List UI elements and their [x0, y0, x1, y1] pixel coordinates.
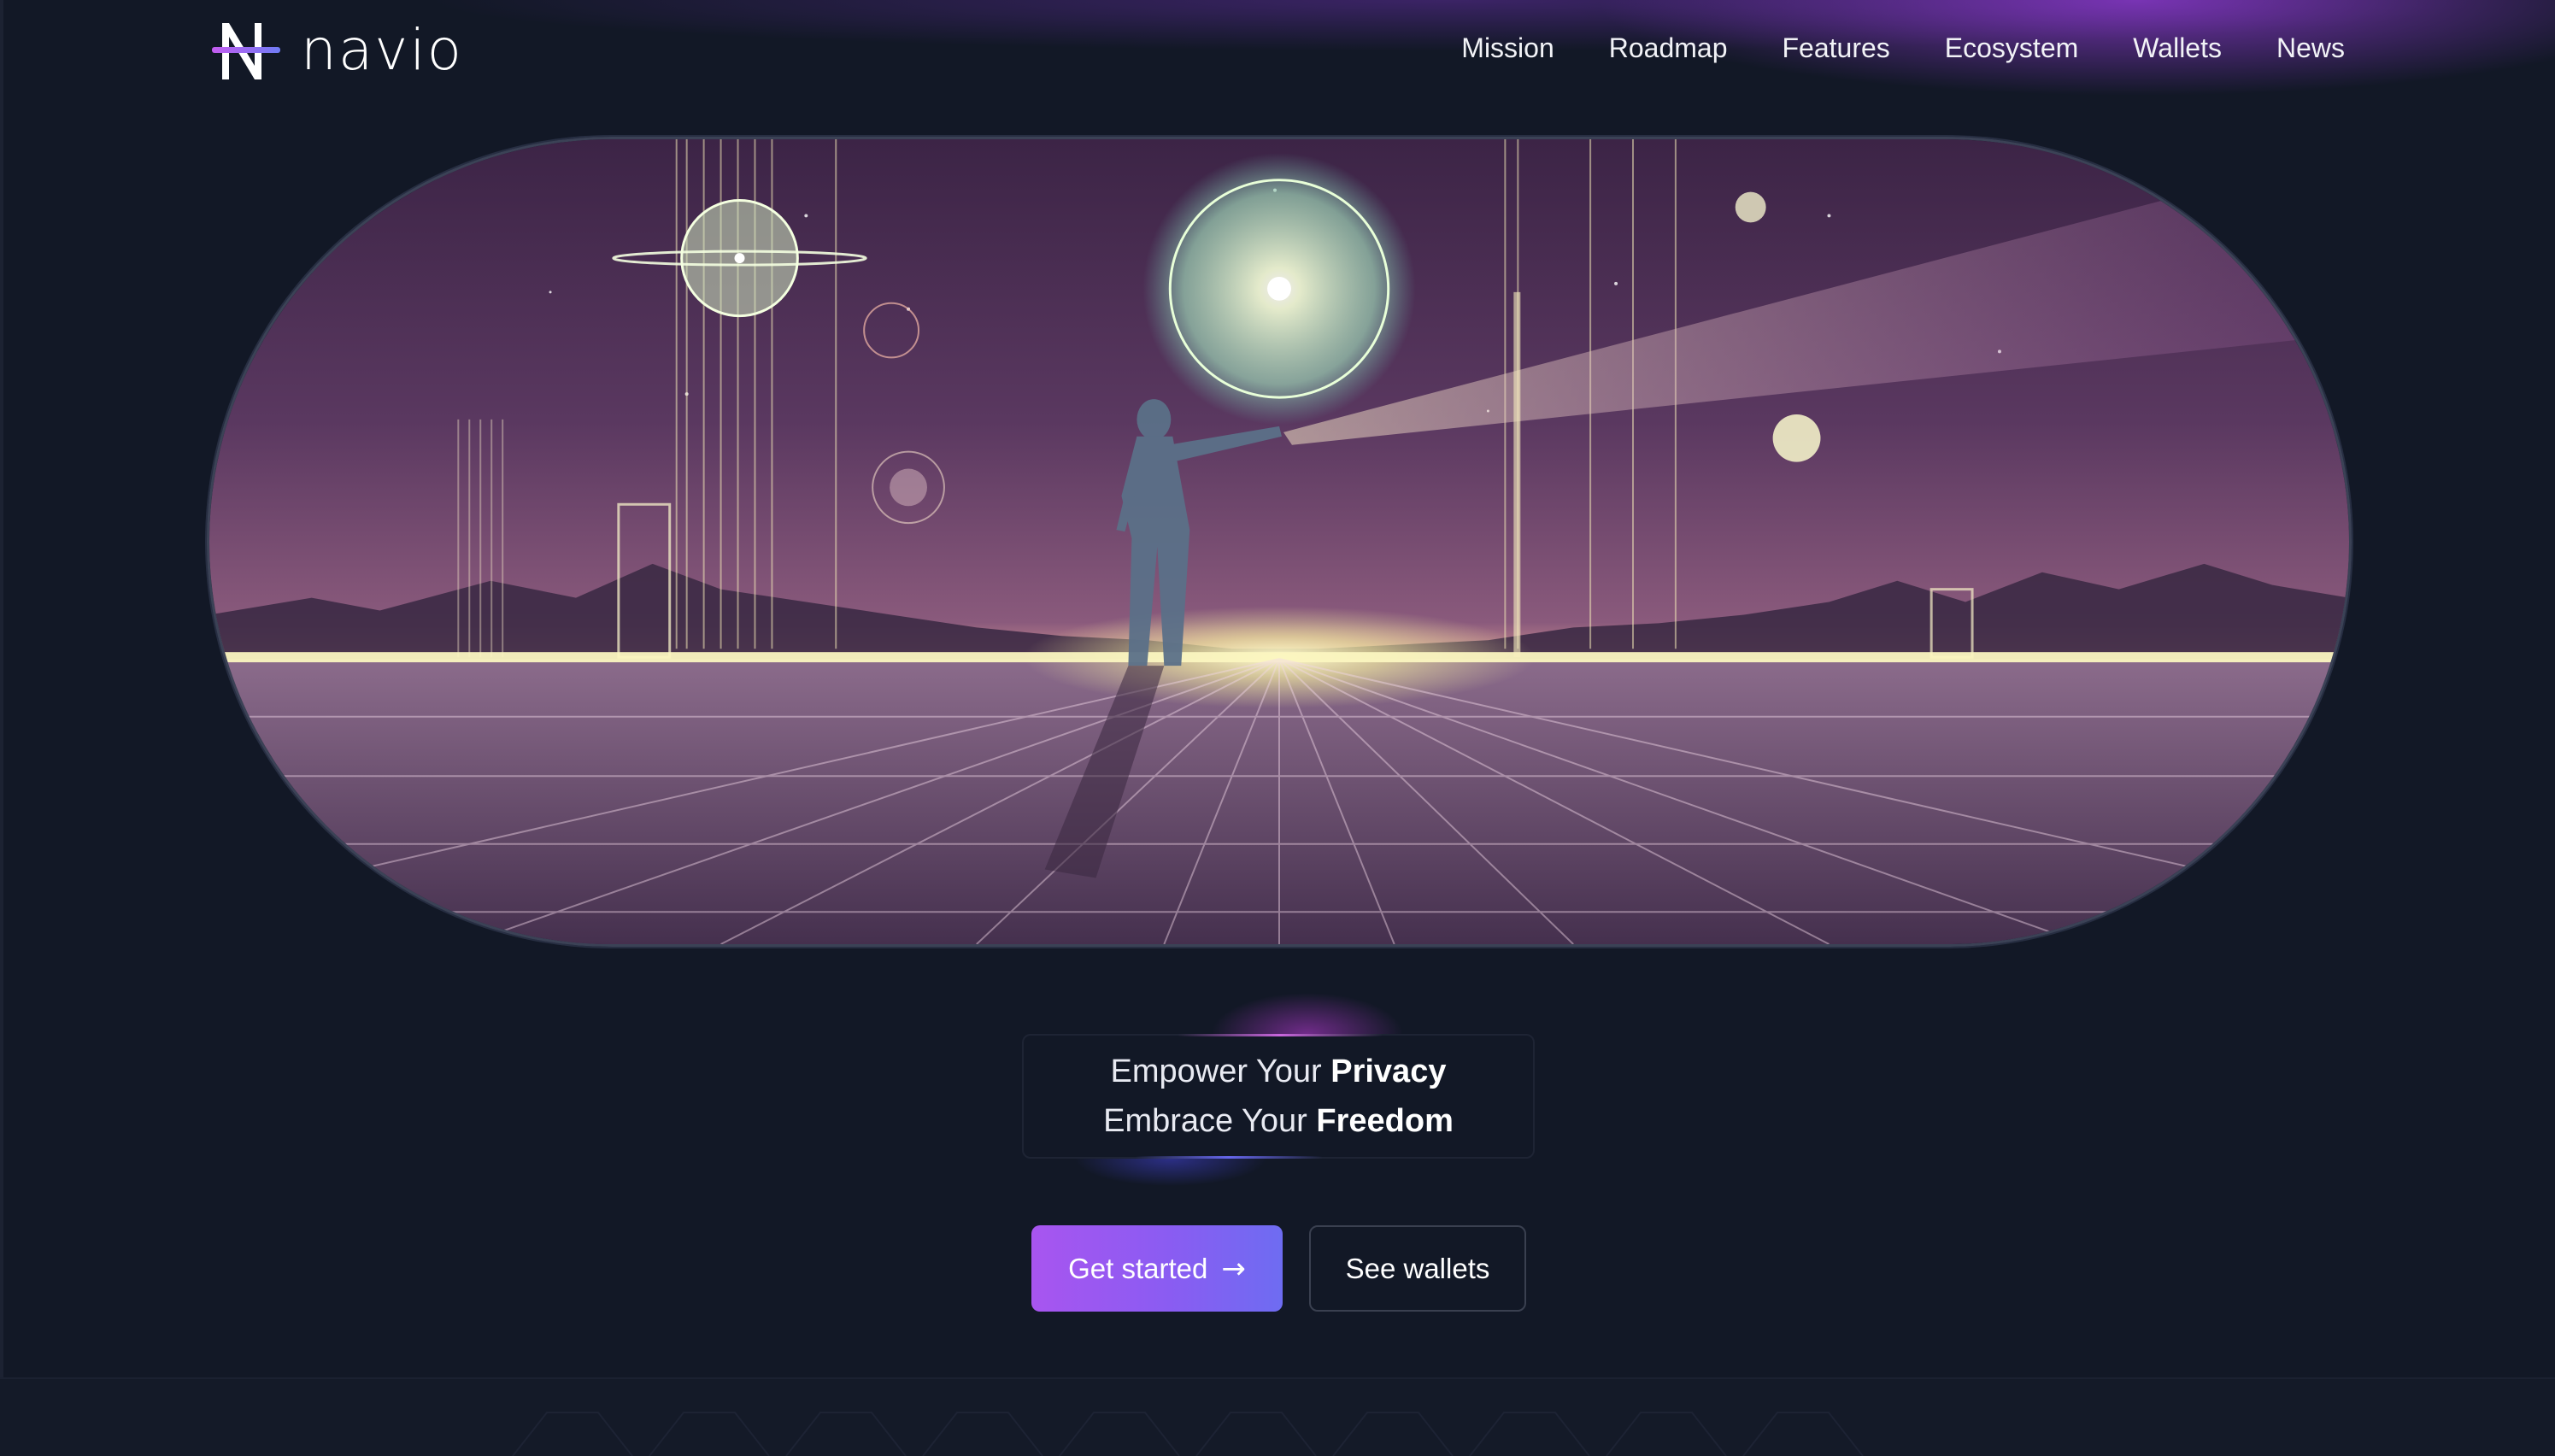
tagline-line-1: Empower Your Privacy [1111, 1047, 1447, 1096]
hexagon-pattern [512, 1412, 1864, 1456]
navio-n-icon [212, 23, 280, 79]
nav-features[interactable]: Features [1783, 26, 1890, 70]
tagline: Empower Your Privacy Embrace Your Freedo… [1022, 1034, 1535, 1159]
tagline-line-1-prefix: Empower Your [1110, 1054, 1331, 1089]
brand-name: navio [301, 16, 464, 83]
hero-illustration [209, 139, 2349, 944]
tagline-line-2-prefix: Embrace Your [1103, 1103, 1317, 1139]
tagline-line-2: Embrace Your Freedom [1103, 1096, 1454, 1146]
site-header: navio Mission Roadmap Features Ecosystem… [0, 0, 2555, 99]
see-wallets-button[interactable]: See wallets [1309, 1225, 1526, 1312]
nav-ecosystem[interactable]: Ecosystem [1945, 26, 2078, 70]
page: navio Mission Roadmap Features Ecosystem… [0, 0, 2555, 1456]
nav-mission[interactable]: Mission [1461, 26, 1554, 70]
nav-roadmap[interactable]: Roadmap [1609, 26, 1728, 70]
hero-image [207, 137, 2352, 947]
left-edge [0, 0, 3, 1456]
arrow-right-icon: → [1221, 1251, 1246, 1286]
main-nav: Mission Roadmap Features Ecosystem Walle… [1407, 26, 2345, 70]
tagline-freedom: Freedom [1316, 1103, 1454, 1139]
get-started-button[interactable]: Get started → [1031, 1225, 1283, 1312]
tagline-privacy: Privacy [1330, 1054, 1447, 1089]
bottom-section-edge [0, 1377, 2555, 1456]
nav-news[interactable]: News [2276, 26, 2345, 70]
get-started-label: Get started [1068, 1252, 1208, 1284]
logo[interactable]: navio [210, 15, 463, 84]
see-wallets-label: See wallets [1345, 1252, 1490, 1284]
nav-wallets[interactable]: Wallets [2133, 26, 2222, 70]
